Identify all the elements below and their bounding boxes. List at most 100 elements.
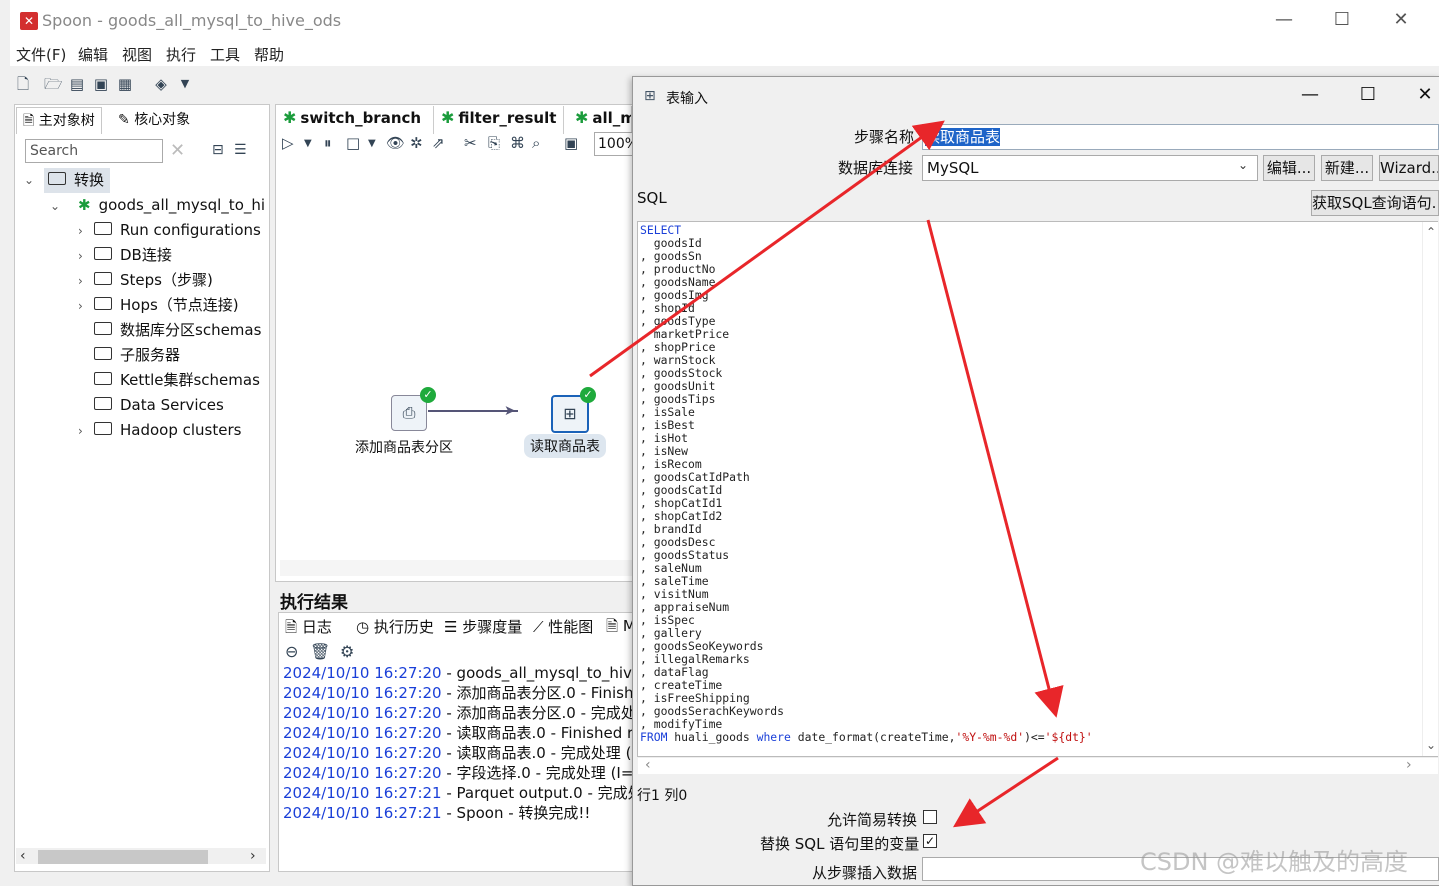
open-file-icon[interactable]: 🗁 bbox=[44, 75, 63, 93]
explore-repo-icon[interactable]: ▤ bbox=[68, 75, 86, 93]
menu-tools[interactable]: 工具 bbox=[210, 44, 240, 65]
sql-vertical-scrollbar[interactable] bbox=[1422, 222, 1438, 756]
wizard-button[interactable]: Wizard... bbox=[1379, 155, 1439, 181]
tree-item-hadoop-clusters[interactable]: › Hadoop clusters bbox=[78, 418, 241, 443]
chevron-right-icon[interactable]: › bbox=[78, 219, 94, 244]
collapse-tree-icon[interactable]: ⊟ bbox=[212, 142, 224, 158]
chevron-right-icon[interactable]: › bbox=[78, 294, 94, 319]
check-icon: ✓ bbox=[580, 387, 596, 403]
new-file-icon[interactable]: 🗋 bbox=[14, 75, 32, 93]
verify-icon[interactable]: ✂ bbox=[464, 134, 477, 152]
chevron-down-icon[interactable]: ⌄ bbox=[50, 194, 66, 219]
grid-icon[interactable]: ▣ bbox=[564, 134, 578, 152]
scrollbar-thumb[interactable] bbox=[38, 850, 208, 864]
tree-item-label: Steps（步骤) bbox=[120, 271, 213, 289]
tree-item-db-connections[interactable]: › DB连接 bbox=[78, 243, 172, 268]
tree-item-partition-schemas[interactable]: 数据库分区schemas bbox=[94, 318, 261, 343]
dialog-minimize-button[interactable]: — bbox=[1290, 84, 1330, 105]
step-label[interactable]: 添加商品表分区 bbox=[355, 437, 453, 457]
canvas-horizontal-scrollbar[interactable] bbox=[280, 560, 632, 576]
tab-switch-branch[interactable]: ✱ switch_branch bbox=[277, 106, 434, 134]
menu-view[interactable]: 视图 bbox=[122, 44, 152, 65]
tree-root-chevron[interactable]: ⌄ bbox=[24, 168, 40, 193]
chevron-down-icon[interactable]: ⌄ bbox=[24, 168, 40, 193]
tree-item-data-services[interactable]: Data Services bbox=[94, 393, 224, 418]
sql-horizontal-scrollbar[interactable] bbox=[638, 757, 1438, 774]
close-button[interactable]: ✕ bbox=[1381, 9, 1421, 30]
chevron-down-icon[interactable]: ▼ bbox=[368, 138, 376, 149]
tab-main-tree[interactable]: 🗎 主对象树 bbox=[16, 107, 102, 134]
chevron-down-icon[interactable]: ⌄ bbox=[1426, 738, 1436, 752]
chevron-right-icon[interactable]: › bbox=[78, 269, 94, 294]
chevron-down-icon[interactable]: ⌄ bbox=[1238, 158, 1248, 172]
preview-icon[interactable]: 👁 bbox=[386, 134, 405, 152]
explore-db-icon[interactable]: ⌕ bbox=[532, 134, 540, 152]
allow-lazy-conversion-checkbox[interactable] bbox=[923, 810, 937, 824]
log-line: 2024/10/10 16:27:20 - 添加商品表分区.0 - Finish… bbox=[283, 683, 633, 703]
tab-step-metrics[interactable]: ☰ 步骤度量 bbox=[444, 616, 522, 637]
dialog-maximize-button[interactable]: ☐ bbox=[1348, 84, 1388, 105]
tab-history[interactable]: ◷ 执行历史 bbox=[356, 616, 434, 637]
tab-performance[interactable]: ⟋ 性能图 bbox=[533, 616, 593, 637]
tab-all-mysql[interactable]: ✱all_my bbox=[569, 106, 632, 134]
save-as-icon[interactable]: ▦ bbox=[116, 75, 134, 93]
chevron-right-icon[interactable]: › bbox=[78, 419, 94, 444]
menu-file[interactable]: 文件(F) bbox=[16, 44, 66, 65]
scroll-right-icon[interactable]: › bbox=[250, 848, 256, 864]
tree-item-transformation[interactable]: ⌄ ✱ goods_all_mysql_to_hi bbox=[50, 193, 265, 218]
tree-item-transformations[interactable]: 转换 bbox=[44, 168, 111, 193]
tree-item-cluster-schemas[interactable]: Kettle集群schemas bbox=[94, 368, 260, 393]
trash-icon[interactable]: 🗑 bbox=[310, 642, 330, 661]
tree-item-label: 数据库分区schemas bbox=[120, 321, 262, 339]
maximize-button[interactable]: ☐ bbox=[1322, 9, 1362, 30]
menu-run[interactable]: 执行 bbox=[166, 44, 196, 65]
settings-icon[interactable]: ⚙ bbox=[340, 642, 354, 661]
impact-icon[interactable]: ⎘ bbox=[488, 134, 500, 152]
new-connection-button[interactable]: 新建... bbox=[1321, 155, 1373, 181]
expand-tree-icon[interactable]: ☰ bbox=[234, 142, 247, 158]
layers-icon[interactable]: ◈ bbox=[152, 75, 170, 93]
chevron-right-icon[interactable]: › bbox=[1406, 757, 1412, 773]
scroll-left-icon[interactable]: ‹ bbox=[20, 848, 26, 864]
replace-variables-checkbox[interactable]: ✓ bbox=[923, 834, 937, 848]
clear-search-icon[interactable]: ✕ bbox=[170, 140, 185, 161]
replay-icon[interactable]: ⇗ bbox=[432, 134, 445, 152]
sql-icon[interactable]: ⌘ bbox=[510, 134, 525, 152]
debug-icon[interactable]: ✲ bbox=[410, 134, 423, 152]
tree-item-steps[interactable]: › Steps（步骤) bbox=[78, 268, 213, 293]
chevron-down-icon[interactable]: ▼ bbox=[176, 75, 194, 93]
search-input[interactable]: Search bbox=[25, 139, 163, 163]
tab-filter-result[interactable]: ✱ filter_result bbox=[435, 106, 564, 134]
sql-editor[interactable]: SELECT goodsId , goodsSn , productNo , g… bbox=[637, 221, 1438, 757]
chevron-up-icon[interactable]: ⌃ bbox=[1426, 225, 1436, 239]
stop-icon[interactable]: □ bbox=[346, 134, 360, 152]
edit-connection-button[interactable]: 编辑... bbox=[1263, 155, 1315, 181]
clear-log-icon[interactable]: ⊖ bbox=[285, 642, 298, 661]
chevron-left-icon[interactable]: ‹ bbox=[645, 757, 651, 773]
log-text[interactable]: 2024/10/10 16:27:20 - goods_all_mysql_to… bbox=[283, 663, 633, 843]
step-name-input[interactable]: 读取商品表 bbox=[922, 124, 1439, 150]
get-sql-button[interactable]: 获取SQL查询语句... bbox=[1311, 190, 1439, 216]
pause-icon[interactable]: ⏸ bbox=[324, 134, 332, 152]
run-icon[interactable]: ▷ bbox=[282, 134, 294, 152]
step-label[interactable]: 读取商品表 bbox=[524, 434, 606, 458]
tab-metrics[interactable]: 🗎 M bbox=[606, 616, 632, 641]
tree-item-hops[interactable]: › Hops（节点连接) bbox=[78, 293, 239, 318]
tree-item-slave-servers[interactable]: 子服务器 bbox=[94, 343, 180, 368]
tree-item-run-configurations[interactable]: › Run configurations bbox=[78, 218, 261, 243]
tab-core-objects[interactable]: ✎ 核心对象 bbox=[112, 107, 196, 133]
menu-help[interactable]: 帮助 bbox=[254, 44, 284, 65]
dialog-close-button[interactable]: ✕ bbox=[1405, 84, 1439, 105]
log-timestamp: 2024/10/10 16:27:20 bbox=[283, 704, 442, 722]
chevron-right-icon[interactable]: › bbox=[78, 244, 94, 269]
folder-icon bbox=[94, 222, 112, 235]
tab-log[interactable]: 🗎 日志 bbox=[285, 616, 332, 642]
menu-edit[interactable]: 编辑 bbox=[78, 44, 108, 65]
minimize-button[interactable]: — bbox=[1264, 9, 1304, 30]
db-connection-select[interactable]: MySQL bbox=[922, 155, 1258, 181]
chevron-down-icon[interactable]: ▼ bbox=[304, 138, 312, 149]
clock-icon: ◷ bbox=[356, 618, 374, 636]
log-line: 2024/10/10 16:27:21 - Spoon - 转换完成!! bbox=[283, 803, 590, 823]
save-icon[interactable]: ▣ bbox=[92, 75, 110, 93]
list-icon: ☰ bbox=[444, 618, 463, 636]
